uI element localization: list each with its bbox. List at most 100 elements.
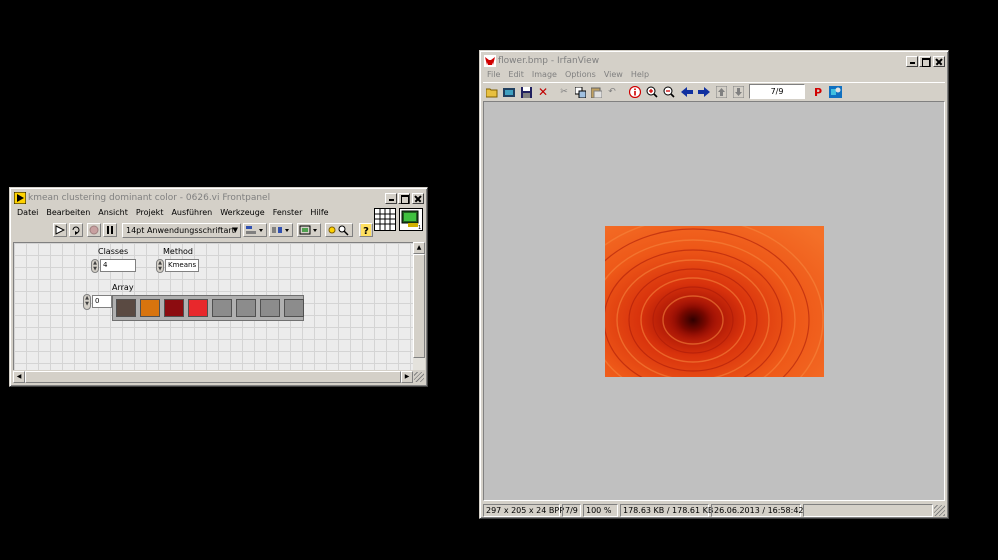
font-selector[interactable]: 14pt Anwendungsschriftart ▼ [122, 223, 241, 238]
irfanview-window: flower.bmp - IrfanView File Edit Image O… [479, 50, 949, 519]
color-swatch[interactable] [140, 299, 160, 317]
undo-icon[interactable]: ↶ [605, 85, 619, 99]
array-index-input[interactable]: 0 [92, 295, 112, 308]
help-icon: ? [361, 224, 371, 236]
last-image-icon[interactable] [731, 85, 745, 99]
labview-menubar: Datei Bearbeiten Ansicht Projekt Ausführ… [13, 206, 424, 219]
previous-image-icon[interactable] [680, 85, 694, 99]
maximize-button[interactable] [398, 192, 410, 204]
paste-icon[interactable] [589, 85, 603, 99]
page-counter-value: 7/9 [770, 87, 784, 96]
minimize-button[interactable] [385, 192, 397, 204]
minimize-button[interactable] [906, 55, 918, 67]
copy-icon[interactable] [573, 85, 587, 99]
scroll-right-button[interactable]: ▶ [401, 371, 413, 383]
status-file-size: 178.63 KB / 178.61 KB [620, 504, 713, 517]
font-selector-label: 14pt Anwendungsschriftart [126, 226, 235, 235]
help-button[interactable]: ? [359, 223, 373, 237]
resize-grip[interactable] [414, 372, 424, 382]
array-label: Array [112, 283, 134, 292]
scroll-left-button[interactable]: ◀ [13, 371, 25, 383]
vertical-scroll-thumb[interactable] [413, 254, 425, 358]
scroll-up-button[interactable]: ▲ [413, 242, 425, 254]
menu-image[interactable]: Image [528, 70, 561, 79]
cut-icon[interactable]: ✂ [557, 85, 571, 99]
open-folder-icon[interactable] [485, 85, 499, 99]
resize-grip[interactable] [934, 505, 945, 516]
status-empty [803, 504, 933, 517]
color-swatch[interactable] [188, 299, 208, 317]
horizontal-scroll-thumb[interactable] [25, 371, 401, 383]
resize-icon [299, 225, 317, 235]
distribute-icon [272, 227, 289, 233]
run-button[interactable] [53, 223, 67, 237]
menu-options[interactable]: Options [561, 70, 600, 79]
vertical-scrollbar[interactable]: ▲ [413, 242, 425, 370]
delete-icon[interactable]: ✕ [536, 85, 550, 99]
front-panel-canvas[interactable]: Classes ▲ ▼ 4 Method ▲ ▼ Kmeans Array ▲ ▼ 0 [13, 242, 413, 370]
menu-fenster[interactable]: Fenster [269, 208, 307, 217]
status-bar: 297 x 205 x 24 BPP 7/9 100 % 178.63 KB /… [483, 502, 945, 517]
method-ring[interactable]: Kmeans [165, 259, 199, 272]
menu-datei[interactable]: Datei [13, 208, 42, 217]
color-swatch[interactable] [284, 299, 304, 317]
labview-window: kmean clustering dominant color - 0626.v… [9, 187, 428, 387]
paypal-icon[interactable]: P [811, 85, 825, 99]
menu-hilfe[interactable]: Hilfe [306, 208, 332, 217]
irfanview-toolbar: ✕ ✂ ↶ 7/9 P [483, 82, 945, 100]
resize-objects-button[interactable] [297, 223, 321, 237]
connector-pane[interactable] [374, 208, 396, 231]
irfanview-titlebar[interactable]: flower.bmp - IrfanView [483, 54, 945, 68]
array-index-value: 0 [95, 297, 100, 305]
irfanview-settings-icon[interactable] [828, 85, 842, 99]
menu-view[interactable]: View [600, 70, 627, 79]
page-counter-field[interactable]: 7/9 [749, 84, 805, 99]
save-icon[interactable] [519, 85, 533, 99]
next-image-icon[interactable] [697, 85, 711, 99]
classes-increment-decrement[interactable]: ▲ ▼ [91, 259, 99, 273]
slideshow-icon[interactable] [502, 85, 516, 99]
color-swatch[interactable] [212, 299, 232, 317]
stop-icon [89, 225, 99, 235]
color-swatch[interactable] [236, 299, 256, 317]
pause-button[interactable] [103, 223, 117, 237]
menu-projekt[interactable]: Projekt [132, 208, 168, 217]
menu-file[interactable]: File [483, 70, 504, 79]
menu-ansicht[interactable]: Ansicht [94, 208, 132, 217]
method-ring-arrows[interactable]: ▲ ▼ [156, 259, 164, 273]
close-button[interactable] [933, 55, 945, 67]
method-value: Kmeans [168, 261, 197, 269]
vi-icon[interactable]: 1 [399, 208, 423, 231]
menu-edit[interactable]: Edit [504, 70, 528, 79]
vi-monitor-icon: 1 [401, 210, 421, 231]
search-button[interactable] [325, 223, 353, 237]
svg-text:1: 1 [418, 225, 421, 230]
align-icon [246, 226, 263, 234]
menu-ausfuehren[interactable]: Ausführen [167, 208, 216, 217]
zoom-in-icon[interactable] [645, 85, 659, 99]
menu-help[interactable]: Help [627, 70, 653, 79]
labview-titlebar[interactable]: kmean clustering dominant color - 0626.v… [13, 191, 424, 205]
window-title: flower.bmp - IrfanView [498, 56, 600, 66]
first-image-icon[interactable] [714, 85, 728, 99]
color-swatch[interactable] [164, 299, 184, 317]
color-swatch[interactable] [260, 299, 280, 317]
array-index-arrows[interactable]: ▲ ▼ [83, 294, 91, 310]
zoom-out-icon[interactable] [662, 85, 676, 99]
align-objects-button[interactable] [243, 223, 267, 237]
menu-werkzeuge[interactable]: Werkzeuge [216, 208, 268, 217]
maximize-button[interactable] [919, 55, 931, 67]
svg-text:?: ? [363, 226, 369, 236]
menu-bearbeiten[interactable]: Bearbeiten [42, 208, 94, 217]
run-continuously-button[interactable] [69, 223, 83, 237]
info-icon[interactable] [628, 85, 642, 99]
horizontal-scrollbar[interactable]: ◀ ▶ [13, 371, 413, 383]
image-viewport[interactable] [483, 101, 945, 501]
abort-button[interactable] [87, 223, 101, 237]
close-button[interactable] [412, 192, 424, 204]
connector-pane-grid-icon [375, 209, 395, 230]
distribute-objects-button[interactable] [269, 223, 293, 237]
status-zoom: 100 % [583, 504, 618, 517]
color-swatch[interactable] [116, 299, 136, 317]
classes-input[interactable]: 4 [100, 259, 136, 272]
